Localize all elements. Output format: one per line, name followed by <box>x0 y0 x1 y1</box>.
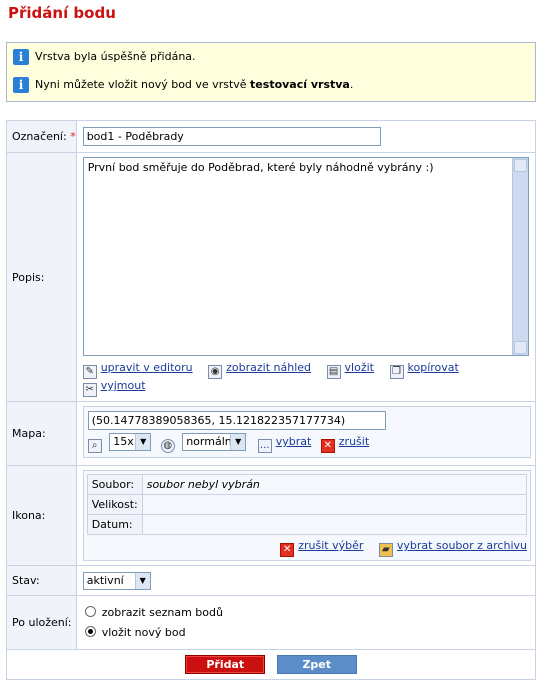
icon-file-table: Soubor: soubor nebyl vybrán Velikost: Dat… <box>86 474 528 535</box>
scissors-icon: ✂ <box>82 383 97 397</box>
info-icon: i <box>13 49 29 65</box>
edit-in-editor-button[interactable]: ✎ upravit v editoru <box>82 361 193 379</box>
cancel-selection-button[interactable]: ✕ zrušit výběr <box>280 539 363 557</box>
preview-button[interactable]: ◉ zobrazit náhled <box>208 361 311 379</box>
message-box: i Vrstva byla úspěšně přidána. i Nyni může… <box>6 42 536 102</box>
map-type-select[interactable]: normální ▼ <box>182 433 247 451</box>
after-save-option-list[interactable]: zobrazit seznam bodů <box>84 603 531 623</box>
map-box: ⌕ 15x▼ ◍ normální▼ ...vybrat ✕zrušit <box>82 406 531 458</box>
radio-show-list[interactable] <box>84 605 96 617</box>
oznaceni-input[interactable] <box>82 127 381 146</box>
mapa-label: Mapa: <box>6 401 77 466</box>
popis-textarea[interactable]: První bod směřuje do Poděbrad, které byl… <box>82 157 529 356</box>
file-name-value: soubor nebyl vybrán <box>141 474 528 495</box>
zoom-select[interactable]: 15x ▼ <box>109 433 152 451</box>
message-insert-point: i Nyni můžete vložit nový bod ve vrstvě t… <box>13 77 353 93</box>
chevron-down-icon: ▼ <box>134 572 150 589</box>
paste-button[interactable]: ▤ vložit <box>326 361 374 379</box>
dots-icon: ... <box>257 439 272 453</box>
file-size-value <box>141 494 528 515</box>
eye-icon: ◉ <box>208 365 223 379</box>
copy-icon: ❐ <box>389 365 404 379</box>
ikona-label: Ikona: <box>6 465 77 566</box>
message-layer-added: i Vrstva byla úspěšně přidána. <box>13 49 196 65</box>
pencil-icon: ✎ <box>82 365 97 379</box>
status-select[interactable]: aktivní ▼ <box>82 571 151 590</box>
required-mark: * <box>70 130 76 143</box>
choose-from-archive-button[interactable]: ▰ vybrat soubor z archivu <box>378 539 527 557</box>
page-title: Přidání bodu <box>8 4 116 22</box>
add-button[interactable]: Přidat <box>185 655 266 674</box>
radio-insert-new[interactable] <box>84 625 96 637</box>
zoom-icon: ⌕ <box>87 439 102 453</box>
choose-location-button[interactable]: ... vybrat <box>257 435 311 453</box>
chevron-down-icon: ▼ <box>135 434 151 450</box>
po-ulozeni-label: Po uložení: <box>6 595 77 650</box>
cancel-icon: ✕ <box>280 543 295 557</box>
file-date-value <box>141 514 528 535</box>
scroll-up-button[interactable] <box>513 159 527 172</box>
oznaceni-label: Označení: * <box>6 120 77 153</box>
popis-label: Popis: <box>6 152 77 402</box>
folder-icon: ▰ <box>378 543 393 557</box>
point-form: Označení: * Popis: První bod směřuje do … <box>6 120 537 680</box>
cut-button[interactable]: ✂ vyjmout <box>82 379 146 397</box>
globe-icon: ◍ <box>160 439 175 453</box>
stav-label: Stav: <box>6 565 77 596</box>
copy-button[interactable]: ❐ kopírovat <box>389 361 459 379</box>
clipboard-icon: ▤ <box>326 365 341 379</box>
info-icon: i <box>13 77 29 93</box>
back-button[interactable]: Zpet <box>276 655 357 674</box>
after-save-option-new[interactable]: vložit nový bod <box>84 623 531 643</box>
coordinates-input[interactable] <box>87 411 386 430</box>
cancel-location-button[interactable]: ✕ zrušit <box>320 435 369 453</box>
chevron-down-icon: ▼ <box>230 434 246 450</box>
textarea-scrollbar[interactable] <box>511 158 528 355</box>
cancel-icon: ✕ <box>320 439 335 453</box>
layer-name: testovací vrstva <box>250 78 350 91</box>
icon-box: Soubor: soubor nebyl vybrán Velikost: Dat… <box>82 470 531 561</box>
scroll-down-button[interactable] <box>513 341 527 354</box>
